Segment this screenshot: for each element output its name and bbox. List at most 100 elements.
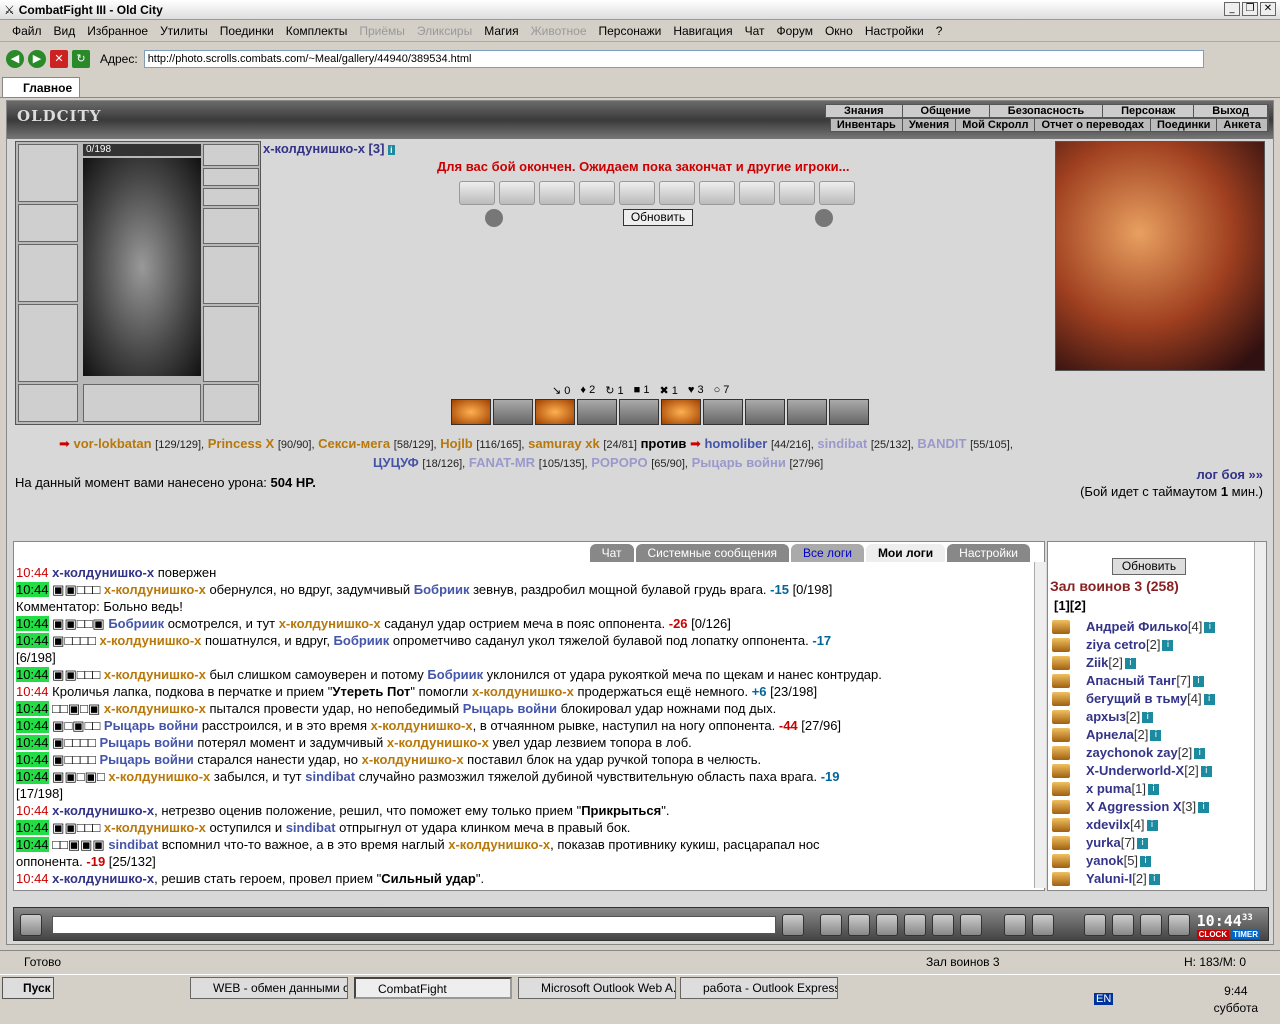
menu-item[interactable]: Файл bbox=[6, 24, 48, 38]
info-icon[interactable]: i bbox=[1192, 675, 1204, 687]
technique-slot[interactable] bbox=[703, 399, 743, 425]
room-user[interactable]: yanok [5] i bbox=[1052, 852, 1260, 870]
scroll-slot[interactable] bbox=[459, 181, 495, 205]
fighter-icon[interactable] bbox=[904, 914, 926, 936]
player-name[interactable]: х-колдунишко-х bbox=[472, 684, 574, 699]
gloves-slot[interactable] bbox=[203, 208, 259, 244]
room-pager[interactable]: [1][2] bbox=[1054, 598, 1086, 613]
scroll-slots[interactable] bbox=[83, 384, 201, 422]
user-action-icon[interactable] bbox=[1052, 872, 1070, 886]
back-icon[interactable]: ◀ bbox=[6, 50, 24, 68]
user-name[interactable]: yanok bbox=[1086, 852, 1124, 870]
scroll-slot[interactable] bbox=[659, 181, 695, 205]
scroll-icon[interactable] bbox=[1112, 914, 1134, 936]
player-name[interactable]: Рыцарь войни bbox=[104, 718, 198, 733]
helmet-icon[interactable] bbox=[1032, 914, 1054, 936]
player-name[interactable]: х-колдунишко-х bbox=[362, 752, 464, 767]
menu-item[interactable]: Утилиты bbox=[154, 24, 214, 38]
user-name[interactable]: Арнела bbox=[1086, 726, 1134, 744]
chat-mode-icon[interactable] bbox=[20, 914, 42, 936]
menu-item[interactable]: Чат bbox=[739, 24, 771, 38]
room-user[interactable]: Арнела [2] i bbox=[1052, 726, 1260, 744]
user-action-icon[interactable] bbox=[1052, 854, 1070, 868]
info-icon[interactable]: i bbox=[388, 145, 395, 155]
user-name[interactable]: zaychonok zay bbox=[1086, 744, 1178, 762]
menu-item[interactable]: Комплекты bbox=[280, 24, 354, 38]
player-name[interactable]: х-колдунишко-х bbox=[49, 888, 154, 890]
player-name[interactable]: х-колдунишко-х bbox=[279, 616, 381, 631]
player-name[interactable]: Рыцарь войни bbox=[463, 701, 557, 716]
info-icon[interactable]: i bbox=[1140, 855, 1152, 867]
player-name[interactable]: sindibat bbox=[108, 837, 158, 852]
team1-player[interactable]: Hojlb bbox=[440, 436, 473, 451]
player-name[interactable]: Рыцарь войни bbox=[99, 752, 193, 767]
reload-icon[interactable] bbox=[815, 209, 833, 227]
room-user[interactable]: yurka [7] i bbox=[1052, 834, 1260, 852]
room-user[interactable]: xdevilx [4] i bbox=[1052, 816, 1260, 834]
sub-menu-item[interactable]: Анкета bbox=[1217, 119, 1268, 131]
player-name[interactable]: х-колдунишко-х bbox=[387, 735, 489, 750]
menu-item[interactable]: ? bbox=[930, 24, 949, 38]
earrings-slot[interactable] bbox=[203, 168, 259, 186]
player-name[interactable]: х-колдунишко-х bbox=[108, 769, 210, 784]
scroll-slot[interactable] bbox=[499, 181, 535, 205]
taskbar-task[interactable]: Microsoft Outlook Web A... bbox=[518, 977, 676, 999]
chat-scrollbar[interactable] bbox=[1034, 562, 1046, 888]
chat-tab[interactable]: Настройки bbox=[947, 544, 1030, 562]
info-icon[interactable]: i bbox=[1198, 801, 1210, 813]
menu-item[interactable]: Окно bbox=[819, 24, 859, 38]
room-user[interactable]: zaychonok zay [2] i bbox=[1052, 744, 1260, 762]
address-input[interactable]: http://photo.scrolls.combats.com/~Meal/g… bbox=[143, 50, 1204, 68]
maximize-button[interactable]: ❐ bbox=[1242, 2, 1258, 16]
user-action-icon[interactable] bbox=[1052, 656, 1070, 670]
user-name[interactable]: Андрей Филько bbox=[1086, 618, 1188, 636]
user-action-icon[interactable] bbox=[1052, 674, 1070, 688]
boots-slot[interactable] bbox=[203, 384, 259, 422]
scroll-slot[interactable] bbox=[739, 181, 775, 205]
refresh-button[interactable]: Обновить bbox=[623, 209, 693, 226]
team2-player[interactable]: BANDIT bbox=[917, 436, 966, 451]
minimize-button[interactable]: _ bbox=[1224, 2, 1240, 16]
start-button[interactable]: Пуск bbox=[2, 977, 54, 999]
scroll-slot[interactable] bbox=[619, 181, 655, 205]
info-icon[interactable]: i bbox=[1150, 729, 1162, 741]
room-refresh-button[interactable]: Обновить bbox=[1112, 558, 1186, 575]
user-action-icon[interactable] bbox=[1052, 764, 1070, 778]
user-name[interactable]: yurka bbox=[1086, 834, 1121, 852]
user-name[interactable]: x puma bbox=[1086, 780, 1132, 798]
sub-menu-item[interactable]: Умения bbox=[903, 119, 957, 131]
user-action-icon[interactable] bbox=[1052, 818, 1070, 832]
belt-slot[interactable] bbox=[18, 384, 78, 422]
technique-slot[interactable] bbox=[661, 399, 701, 425]
player-name[interactable]: х-колдунишко-х bbox=[104, 667, 206, 682]
chat-tab[interactable]: Все логи bbox=[791, 544, 864, 562]
team1-player[interactable]: Princess X bbox=[208, 436, 275, 451]
chat-tab[interactable]: Системные сообщения bbox=[635, 544, 790, 562]
menu-item[interactable]: Форум bbox=[771, 24, 819, 38]
taskbar-task[interactable]: CombatFight bbox=[354, 977, 512, 999]
close-button[interactable]: ✕ bbox=[1260, 2, 1276, 16]
armor-slot[interactable] bbox=[18, 304, 78, 382]
character-name[interactable]: х-колдунишко-х [3] i bbox=[263, 141, 395, 156]
send-icon[interactable] bbox=[782, 914, 804, 936]
language-indicator[interactable]: EN bbox=[1094, 993, 1114, 1005]
room-user[interactable]: Апасный Танг [7] i bbox=[1052, 672, 1260, 690]
technique-slot[interactable] bbox=[829, 399, 869, 425]
menu-item[interactable]: Приёмы bbox=[353, 24, 411, 38]
room-user[interactable]: Андрей Филько [4] i bbox=[1052, 618, 1260, 636]
user-action-icon[interactable] bbox=[1052, 710, 1070, 724]
tab-main[interactable]: Главное bbox=[2, 77, 80, 97]
sub-menu-item[interactable]: Поединки bbox=[1151, 119, 1218, 131]
user-action-icon[interactable] bbox=[1052, 800, 1070, 814]
taskbar-task[interactable]: WEB - обмен данными с... bbox=[190, 977, 348, 999]
menu-item[interactable]: Поединки bbox=[214, 24, 280, 38]
user-action-icon[interactable] bbox=[1052, 782, 1070, 796]
technique-slot[interactable] bbox=[619, 399, 659, 425]
room-user[interactable]: X-Underworld-X [2] i bbox=[1052, 762, 1260, 780]
sound-icon[interactable] bbox=[960, 914, 982, 936]
scroll-slot[interactable] bbox=[819, 181, 855, 205]
player-name[interactable]: х-колдунишко-х bbox=[104, 701, 206, 716]
user-name[interactable]: бегущий в тьму bbox=[1086, 690, 1187, 708]
team1-player[interactable]: samuray xk bbox=[528, 436, 600, 451]
user-action-icon[interactable] bbox=[1052, 836, 1070, 850]
